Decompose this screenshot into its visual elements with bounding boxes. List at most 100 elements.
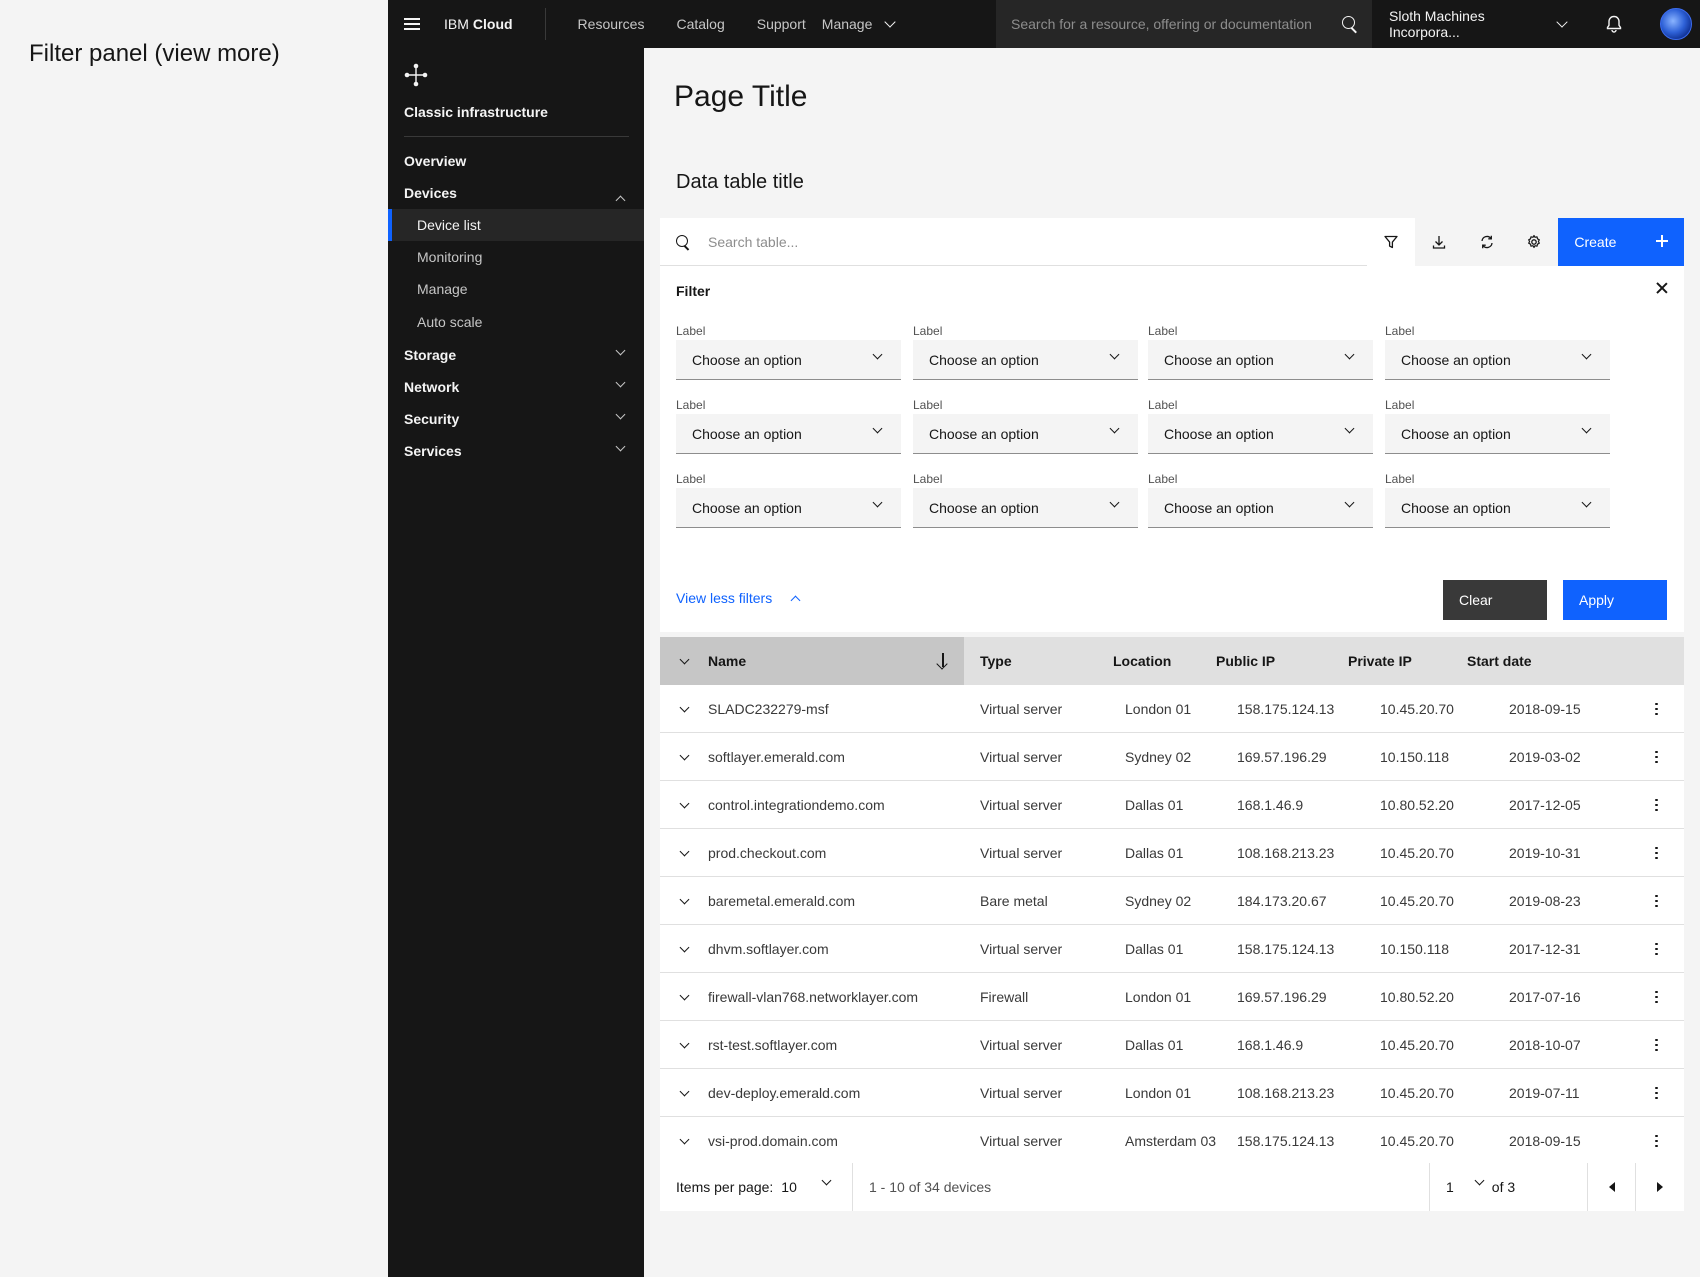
overflow-menu-button[interactable]: [1629, 685, 1684, 733]
filter-dropdown-value: Choose an option: [1401, 499, 1511, 516]
filter-dropdown[interactable]: Choose an option: [913, 340, 1138, 380]
overflow-menu-button[interactable]: [1629, 1117, 1684, 1165]
row-expand-button[interactable]: [660, 1021, 708, 1069]
overflow-menu-icon: [1655, 942, 1658, 956]
table-row[interactable]: dhvm.softlayer.com Virtual server Dallas 0…: [660, 925, 1684, 973]
nav-manage[interactable]: Manage: [806, 0, 899, 48]
column-header-location[interactable]: Location: [1113, 637, 1216, 685]
table-row[interactable]: softlayer.emerald.com Virtual server Sydne…: [660, 733, 1684, 781]
row-expand-button[interactable]: [660, 973, 708, 1021]
previous-page-button[interactable]: [1587, 1163, 1635, 1211]
sidebar-item-overview[interactable]: Overview: [388, 145, 644, 177]
add-icon: [1656, 235, 1669, 247]
sidebar-subitem-device-list[interactable]: Device list: [388, 209, 644, 241]
global-search[interactable]: Search for a resource, offering or docum…: [996, 0, 1372, 48]
brand-logo[interactable]: IBM Cloud: [436, 0, 545, 48]
table-row[interactable]: SLADC232279-msf Virtual server London 01 15…: [660, 685, 1684, 733]
filter-dropdown[interactable]: Choose an option: [1385, 488, 1610, 528]
chevron-down-icon: [821, 1175, 832, 1186]
sidebar-subitem-monitoring[interactable]: Monitoring: [388, 241, 644, 273]
overflow-menu-button[interactable]: [1629, 829, 1684, 877]
filter-dropdown[interactable]: Choose an option: [1148, 340, 1373, 380]
sidebar-subitem-manage[interactable]: Manage: [388, 273, 644, 305]
column-header-start-date[interactable]: Start date: [1467, 637, 1587, 685]
menu-button[interactable]: [388, 0, 436, 48]
column-header-type[interactable]: Type: [980, 637, 1113, 685]
overflow-menu-button[interactable]: [1629, 1021, 1684, 1069]
table-row[interactable]: baremetal.emerald.com Bare metal Sydney 02…: [660, 877, 1684, 925]
row-expand-button[interactable]: [660, 733, 708, 781]
sidebar-item-devices[interactable]: Devices: [388, 177, 644, 209]
column-header-public-ip[interactable]: Public IP: [1216, 637, 1348, 685]
close-icon[interactable]: [1656, 282, 1668, 294]
cell-location: London 01: [1125, 989, 1192, 1005]
overflow-menu-button[interactable]: [1629, 877, 1684, 925]
column-header-private-ip[interactable]: Private IP: [1348, 637, 1467, 685]
sidebar-item-network[interactable]: Network: [388, 371, 644, 403]
cell-private-ip: 10.150.118: [1380, 749, 1450, 765]
chevron-down-icon: [679, 654, 689, 664]
filter-dropdown[interactable]: Choose an option: [676, 414, 901, 454]
filter-dropdown[interactable]: Choose an option: [913, 488, 1138, 528]
nav-support[interactable]: Support: [741, 0, 806, 48]
search-icon[interactable]: [1342, 16, 1358, 32]
header-name-column[interactable]: Name: [660, 637, 964, 685]
table-row[interactable]: vsi-prod.domain.com Virtual server Amsterd…: [660, 1117, 1684, 1165]
table-row[interactable]: rst-test.softlayer.com Virtual server Dall…: [660, 1021, 1684, 1069]
filter-dropdown-value: Choose an option: [692, 499, 802, 516]
row-expand-button[interactable]: [660, 781, 708, 829]
sidebar-item-security[interactable]: Security: [388, 403, 644, 435]
filter-button[interactable]: [1366, 218, 1415, 266]
items-per-page[interactable]: Items per page: 10: [660, 1163, 853, 1211]
table-search-input[interactable]: Search table...: [660, 218, 1367, 266]
sort-arrow-icon[interactable]: [937, 653, 949, 669]
row-expand-button[interactable]: [660, 925, 708, 973]
cell-private-ip: 10.80.52.20: [1380, 797, 1454, 813]
table-row[interactable]: prod.checkout.com Virtual server Dallas 01…: [660, 829, 1684, 877]
apply-button[interactable]: Apply: [1563, 580, 1667, 620]
sidebar-item-label: Storage: [404, 347, 457, 363]
sidebar-item-storage[interactable]: Storage: [388, 339, 644, 371]
filter-dropdown[interactable]: Choose an option: [676, 488, 901, 528]
row-expand-button[interactable]: [660, 1117, 708, 1165]
sidebar-item-services[interactable]: Services: [388, 435, 644, 467]
overflow-menu-button[interactable]: [1629, 733, 1684, 781]
filter-title: Filter: [676, 283, 711, 299]
nav-catalog[interactable]: Catalog: [660, 0, 740, 48]
main-content: Page Title Data table title Search table…: [644, 48, 1700, 1277]
table-row[interactable]: control.integrationdemo.com Virtual serve…: [660, 781, 1684, 829]
overflow-menu-button[interactable]: [1629, 925, 1684, 973]
row-expand-button[interactable]: [660, 685, 708, 733]
account-switcher[interactable]: Sloth Machines Incorpora...: [1372, 0, 1588, 48]
view-less-filters-link[interactable]: View less filters: [676, 590, 801, 606]
avatar[interactable]: [1660, 8, 1692, 40]
filter-dropdown[interactable]: Choose an option: [1148, 488, 1373, 528]
cell-public-ip: 158.175.124.13: [1237, 1133, 1335, 1149]
settings-button[interactable]: [1510, 218, 1559, 266]
expand-all-button[interactable]: [660, 637, 708, 685]
items-per-page-label: Items per page:: [676, 1179, 774, 1195]
filter-dropdown[interactable]: Choose an option: [1385, 340, 1610, 380]
next-page-button[interactable]: [1635, 1163, 1683, 1211]
sidebar-subitem-auto-scale[interactable]: Auto scale: [388, 306, 644, 338]
notification-icon[interactable]: [1604, 14, 1624, 34]
filter-dropdown[interactable]: Choose an option: [1148, 414, 1373, 454]
create-button[interactable]: Create: [1558, 218, 1685, 266]
table-row[interactable]: dev-deploy.emerald.com Virtual server Lond…: [660, 1069, 1684, 1117]
clear-button[interactable]: Clear: [1443, 580, 1547, 620]
row-expand-button[interactable]: [660, 877, 708, 925]
overflow-menu-button[interactable]: [1629, 1069, 1684, 1117]
row-expand-button[interactable]: [660, 1069, 708, 1117]
row-expand-button[interactable]: [660, 829, 708, 877]
filter-dropdown[interactable]: Choose an option: [913, 414, 1138, 454]
filter-dropdown[interactable]: Choose an option: [676, 340, 901, 380]
table-row[interactable]: firewall-vlan768.networklayer.com Firewal…: [660, 973, 1684, 1021]
refresh-button[interactable]: [1462, 218, 1511, 266]
overflow-menu-button[interactable]: [1629, 781, 1684, 829]
filter-dropdown[interactable]: Choose an option: [1385, 414, 1610, 454]
filter-label: Label: [676, 398, 706, 412]
overflow-menu-button[interactable]: [1629, 973, 1684, 1021]
nav-resources[interactable]: Resources: [562, 0, 661, 48]
page-select[interactable]: 1 of 3: [1429, 1163, 1587, 1211]
download-button[interactable]: [1414, 218, 1463, 266]
